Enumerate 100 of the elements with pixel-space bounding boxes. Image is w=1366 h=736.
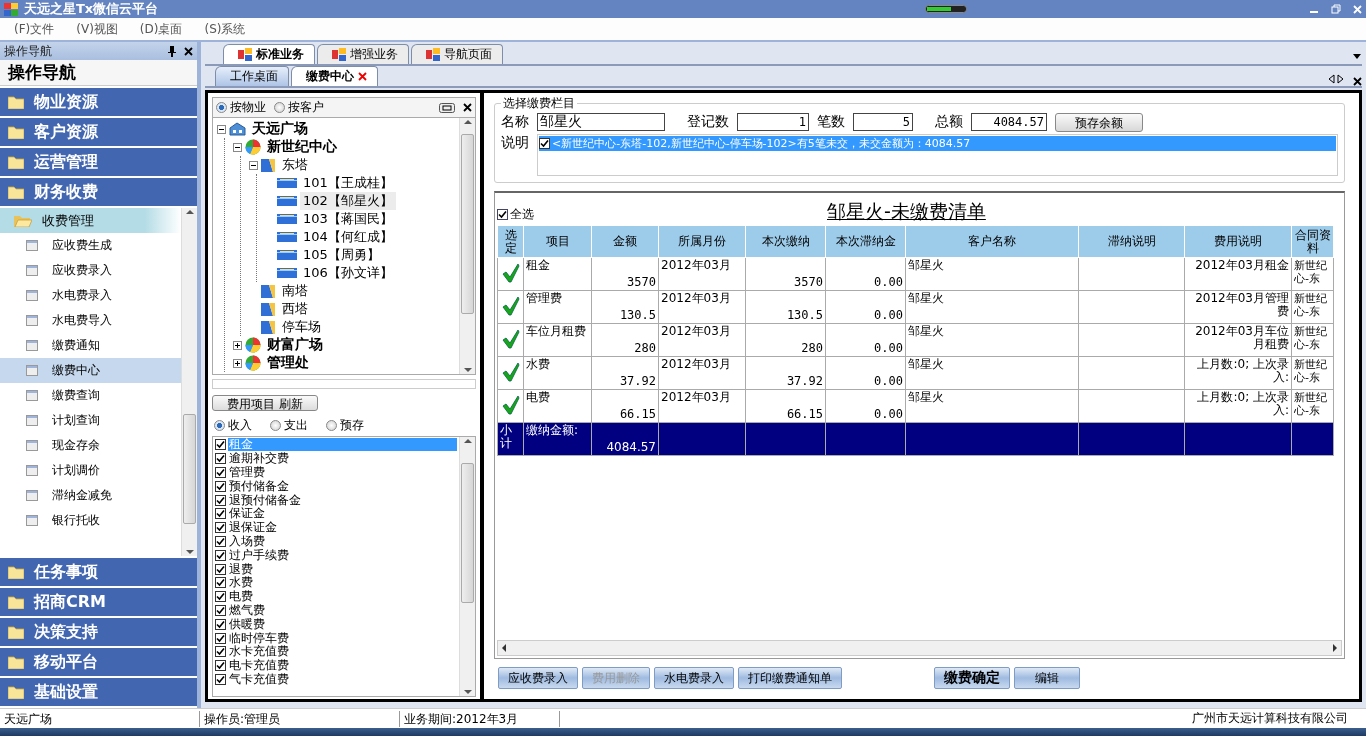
tree-node[interactable]: 101【王成桂】 <box>300 174 396 192</box>
checklist-item[interactable]: 退费 <box>215 562 457 576</box>
checkbox[interactable] <box>215 480 226 492</box>
column-header[interactable]: 合同资料 <box>1291 225 1334 258</box>
collapse-icon[interactable] <box>233 142 242 152</box>
checkbox[interactable] <box>215 453 226 465</box>
checklist-item[interactable]: 供暖费 <box>215 617 457 632</box>
tab[interactable]: 标准业务 <box>223 44 315 64</box>
checkmark-icon[interactable] <box>501 361 520 382</box>
column-header[interactable]: 滞纳说明 <box>1078 225 1185 258</box>
tab[interactable]: 导航页面 <box>411 44 503 64</box>
tree-node[interactable]: 西塔 <box>279 300 311 318</box>
radio-option[interactable]: 按客户 <box>274 99 324 116</box>
checkmark-icon[interactable] <box>501 295 520 316</box>
nav-item[interactable]: 缴费查询 <box>0 383 181 408</box>
radio-option[interactable]: 按物业 <box>216 99 266 116</box>
menu-item[interactable]: (V)视图 <box>76 20 118 38</box>
radio-option[interactable]: 预存 <box>326 417 364 434</box>
nav-group[interactable]: 任务事项 <box>0 558 197 586</box>
refresh-button[interactable]: 费用项目 刷新 <box>212 395 318 411</box>
tree-node[interactable]: 东塔 <box>279 156 311 174</box>
window-icon[interactable] <box>439 102 455 113</box>
collapse-icon[interactable] <box>249 160 258 170</box>
nav-item[interactable]: 滞纳金减免 <box>0 483 181 508</box>
column-header[interactable]: 金额 <box>591 225 659 258</box>
tree-node[interactable]: 104【何红成】 <box>300 228 396 246</box>
checkbox[interactable] <box>215 494 226 506</box>
menu-item[interactable]: (S)系统 <box>204 20 246 38</box>
nav-group[interactable]: 移动平台 <box>0 648 197 676</box>
nav-group[interactable]: 物业资源 <box>0 88 197 116</box>
scroll-right-icon[interactable] <box>1337 72 1345 86</box>
checkbox[interactable] <box>215 549 226 561</box>
scroll-left-icon[interactable] <box>1327 72 1335 86</box>
checkbox[interactable] <box>497 209 508 220</box>
total-field[interactable]: 4084.57 <box>971 113 1047 131</box>
checkbox[interactable] <box>215 660 226 672</box>
checkbox-label[interactable]: 全选 <box>510 206 534 223</box>
tree-node[interactable]: 105【周勇】 <box>300 246 383 264</box>
checklist-item[interactable]: 预付储备金 <box>215 479 457 494</box>
tab[interactable]: 缴费中心 <box>291 66 378 86</box>
tree-node[interactable]: 停车场 <box>279 318 324 336</box>
nav-group[interactable]: 财务收费 <box>0 178 197 206</box>
column-header[interactable]: 本次缴纳 <box>745 225 826 258</box>
action-button[interactable]: 应收费录入 <box>498 667 578 689</box>
nav-item[interactable]: 应收费生成 <box>0 233 181 258</box>
nav-group[interactable]: 基础设置 <box>0 678 197 706</box>
checklist-item[interactable]: 过户手续费 <box>215 548 457 563</box>
column-header[interactable]: 客户名称 <box>905 225 1079 258</box>
horizontal-scrollbar[interactable] <box>497 640 1342 656</box>
tree-node[interactable]: 管理处 <box>264 354 312 372</box>
nav-group[interactable]: 决策支持 <box>0 618 197 646</box>
expand-icon[interactable] <box>233 358 242 368</box>
menu-item[interactable]: (F)文件 <box>14 20 55 38</box>
nav-folder[interactable]: 收费管理 <box>0 208 181 233</box>
scrollbar[interactable] <box>181 208 197 556</box>
tab[interactable]: 增强业务 <box>317 44 409 64</box>
nav-item[interactable]: 计划查询 <box>0 408 181 433</box>
checkmark-icon[interactable] <box>501 262 520 283</box>
checkbox[interactable] <box>215 467 226 478</box>
action-button[interactable]: 打印缴费通知单 <box>738 667 842 689</box>
checklist-item[interactable]: 保证金 <box>215 507 457 521</box>
checklist-item[interactable]: 退保证金 <box>215 520 457 535</box>
tree-node[interactable]: 财富广场 <box>264 336 326 354</box>
tree-node[interactable]: 新世纪中心 <box>264 138 340 156</box>
menu-item[interactable]: (D)桌面 <box>139 20 183 38</box>
nav-item[interactable]: 计划调价 <box>0 458 181 483</box>
collapse-icon[interactable] <box>217 124 226 134</box>
action-button[interactable]: 缴费确定 <box>934 667 1010 689</box>
checkmark-icon[interactable] <box>501 328 520 349</box>
radio-option[interactable]: 支出 <box>270 417 308 434</box>
nav-item[interactable]: 水电费导入 <box>0 308 181 333</box>
checkbox[interactable] <box>215 604 226 616</box>
tree-node[interactable]: 天远广场 <box>249 120 311 138</box>
tree-node[interactable]: 106【孙文详】 <box>300 264 396 282</box>
column-header[interactable]: 所属月份 <box>658 225 746 258</box>
restore-icon[interactable] <box>1331 4 1341 14</box>
tree-node[interactable]: 南塔 <box>279 282 311 300</box>
checklist-item[interactable]: 电卡充值费 <box>215 658 457 673</box>
checklist-item[interactable]: 电费 <box>215 589 457 604</box>
checkmark-icon[interactable] <box>501 394 520 415</box>
action-button[interactable]: 水电费录入 <box>654 667 734 689</box>
nav-group[interactable]: 运营管理 <box>0 148 197 176</box>
expand-icon[interactable] <box>233 340 242 350</box>
column-header[interactable]: 选定 <box>497 225 524 258</box>
balance-button[interactable]: 预存余额 <box>1055 112 1143 132</box>
nav-item[interactable]: 现金存余 <box>0 433 181 458</box>
count-field[interactable]: 1 <box>737 113 809 131</box>
column-header[interactable]: 项目 <box>523 225 592 258</box>
radio-option[interactable]: 收入 <box>214 417 252 434</box>
checkbox[interactable] <box>215 591 226 603</box>
name-field[interactable]: 邹星火 <box>537 113 665 131</box>
nav-item[interactable]: 缴费通知 <box>0 333 181 358</box>
checkbox[interactable] <box>215 577 226 589</box>
pin-icon[interactable] <box>168 45 176 57</box>
checkbox[interactable] <box>539 138 550 149</box>
checklist-item[interactable]: 管理费 <box>215 465 457 480</box>
checkbox[interactable] <box>215 632 226 644</box>
nav-group[interactable]: 客户资源 <box>0 118 197 146</box>
checkbox[interactable] <box>215 673 226 685</box>
column-header[interactable]: 本次滞纳金 <box>825 225 906 258</box>
